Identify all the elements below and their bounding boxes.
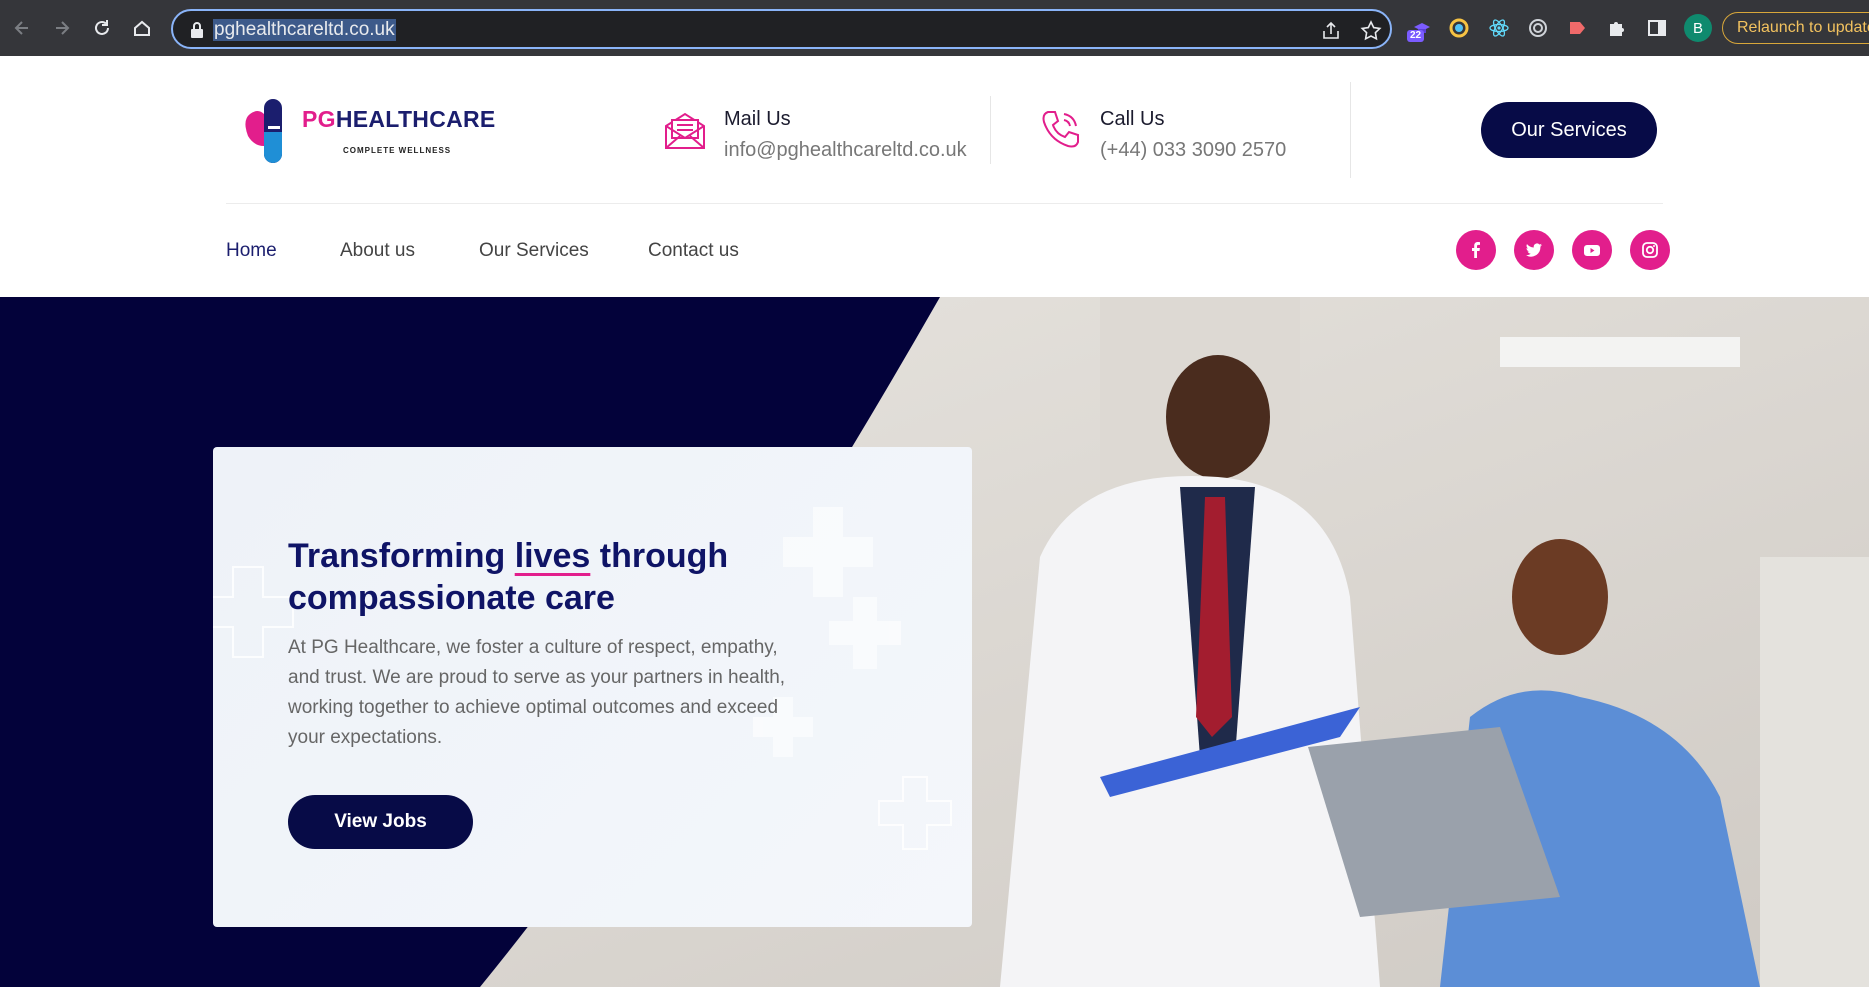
call-title: Call Us: [1100, 108, 1165, 130]
nav-contact-us[interactable]: Contact us: [648, 240, 739, 262]
profile-avatar[interactable]: B: [1684, 14, 1712, 42]
instagram-link[interactable]: [1630, 230, 1670, 270]
phone-icon: [1042, 111, 1079, 148]
extension-badge: 22: [1407, 30, 1425, 42]
browser-toolbar: pghealthcareltd.co.uk 22 B Relaunch to u…: [0, 0, 1869, 56]
mail-icon: [665, 112, 705, 149]
twitter-icon: [1526, 243, 1542, 257]
target-icon: [1529, 19, 1547, 37]
hero-description: At PG Healthcare, we foster a culture of…: [288, 637, 786, 748]
forward-arrow-icon: [56, 21, 70, 35]
hero-title-start: Transforming: [288, 537, 515, 575]
hero-title: Transforming lives through compassionate…: [288, 535, 808, 619]
logo-wordmark: PGHEALTHCARE: [302, 106, 496, 133]
facebook-link[interactable]: [1456, 230, 1496, 270]
call-value[interactable]: (+44) 033 3090 2570: [1100, 139, 1286, 162]
twitter-link[interactable]: [1514, 230, 1554, 270]
forward-button[interactable]: [46, 12, 78, 44]
home-icon: [134, 20, 150, 36]
hero-card: Transforming lives through compassionate…: [213, 447, 972, 927]
contact-divider: [990, 96, 991, 164]
side-panel-icon: [1648, 20, 1666, 36]
youtube-link[interactable]: [1572, 230, 1612, 270]
nav-our-services[interactable]: Our Services: [479, 240, 589, 262]
view-jobs-button[interactable]: View Jobs: [288, 795, 473, 849]
lock-icon: [191, 22, 203, 38]
nav-about-us[interactable]: About us: [340, 240, 415, 262]
react-icon: [1489, 19, 1509, 37]
bookmark-star-icon[interactable]: [1359, 19, 1383, 43]
address-bar[interactable]: pghealthcareltd.co.uk: [171, 9, 1392, 49]
youtube-icon: [1584, 245, 1600, 256]
extension-react[interactable]: [1485, 14, 1513, 42]
header-separator: [226, 203, 1663, 204]
extension-color[interactable]: [1445, 14, 1473, 42]
extension-record[interactable]: [1563, 14, 1591, 42]
mail-title: Mail Us: [724, 108, 791, 130]
our-services-button[interactable]: Our Services: [1481, 102, 1657, 158]
logo-brand-rest: HEALTHCARE: [335, 106, 496, 132]
color-picker-icon: [1449, 18, 1469, 38]
extensions-button[interactable]: [1603, 14, 1631, 42]
share-icon[interactable]: [1319, 19, 1343, 43]
reload-icon: [95, 20, 109, 35]
home-button[interactable]: [126, 12, 158, 44]
url-text: pghealthcareltd.co.uk: [213, 19, 396, 41]
extension-target[interactable]: [1524, 14, 1552, 42]
logo-tagline: COMPLETE WELLNESS: [343, 146, 452, 155]
nav-home[interactable]: Home: [226, 240, 277, 262]
facebook-icon: [1472, 242, 1480, 258]
relaunch-button[interactable]: Relaunch to update: [1722, 12, 1869, 44]
puzzle-icon: [1610, 22, 1624, 36]
header-divider: [1350, 82, 1351, 178]
back-button[interactable]: [6, 12, 38, 44]
logo-brand-prefix: PG: [302, 106, 336, 132]
record-icon: [1570, 22, 1585, 34]
reload-button[interactable]: [86, 12, 118, 44]
hero-title-highlight: lives: [514, 537, 591, 575]
mail-value[interactable]: info@pghealthcareltd.co.uk: [724, 139, 967, 162]
instagram-icon: [1642, 242, 1658, 258]
side-panel-button[interactable]: [1643, 14, 1671, 42]
hero-section: Transforming lives through compassionate…: [0, 297, 1869, 987]
back-arrow-icon: [14, 21, 28, 35]
